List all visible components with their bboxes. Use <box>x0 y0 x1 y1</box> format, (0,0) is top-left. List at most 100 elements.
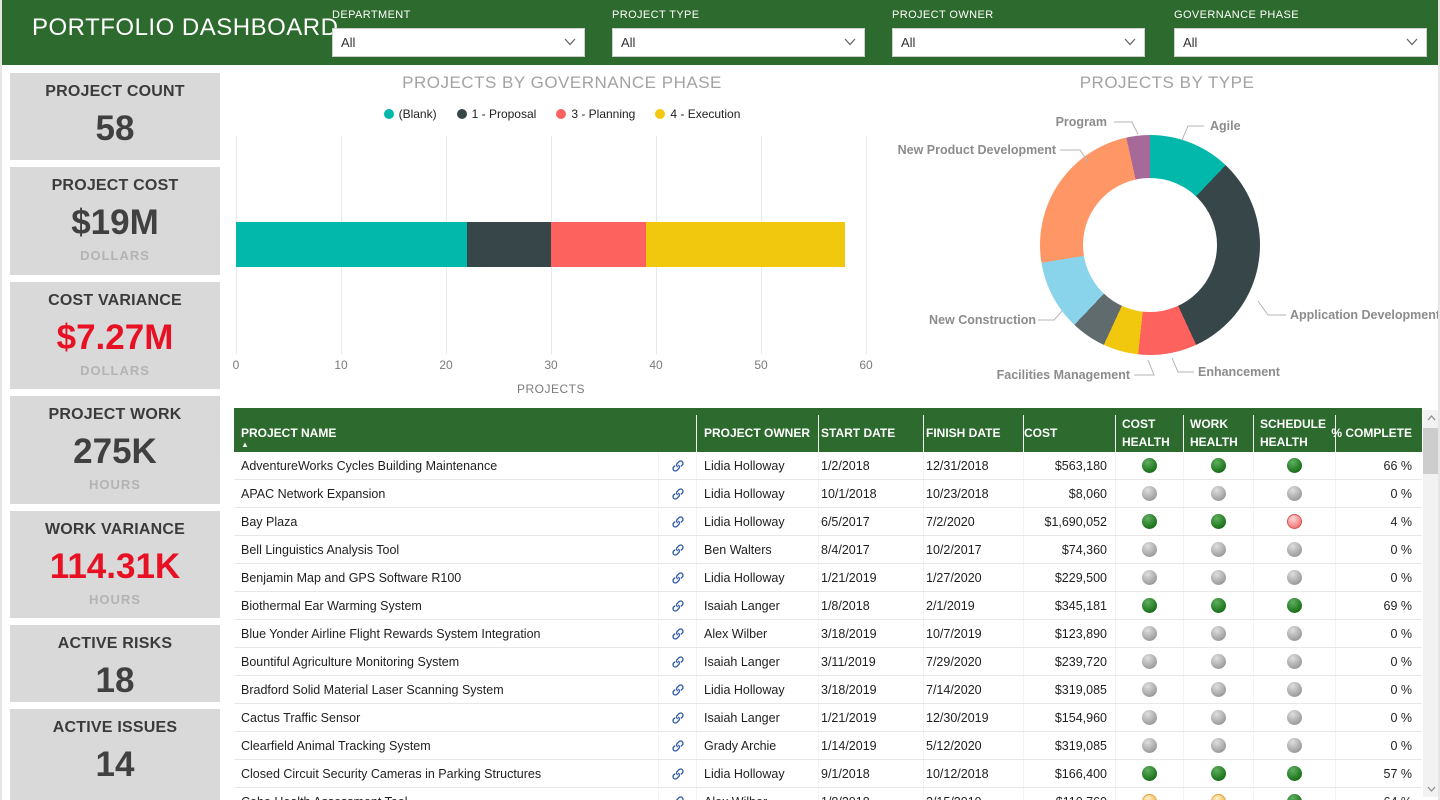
scrollbar-thumb[interactable] <box>1423 428 1439 474</box>
cell-project-name: Bountiful Agriculture Monitoring System <box>234 648 659 675</box>
schedule-health-indicator <box>1254 788 1336 800</box>
project-link[interactable] <box>659 704 697 731</box>
project-link[interactable] <box>659 620 697 647</box>
chevron-down-icon <box>844 38 856 46</box>
donut-label-program: Program <box>1056 115 1107 129</box>
column-header-finish-date[interactable]: FINISH DATE <box>924 415 1024 452</box>
cell-cost: $166,400 <box>1024 760 1116 787</box>
column-header-project-name[interactable]: PROJECT NAME <box>234 415 697 452</box>
filter-project-owner: PROJECT OWNER All <box>892 9 1145 57</box>
health-grey-icon <box>1142 626 1157 641</box>
legend-item[interactable]: 3 - Planning <box>556 107 635 121</box>
link-icon <box>671 627 685 641</box>
x-axis-title: PROJECTS <box>236 382 866 396</box>
legend-item[interactable]: 1 - Proposal <box>457 107 537 121</box>
x-tick-label: 40 <box>649 358 662 372</box>
link-icon <box>671 683 685 697</box>
chart-title: PROJECTS BY GOVERNANCE PHASE <box>232 73 892 93</box>
table-row[interactable]: APAC Network ExpansionLidia Holloway10/1… <box>234 480 1422 508</box>
bar-segment-1-proposal[interactable] <box>467 222 551 267</box>
table-row[interactable]: Bell Linguistics Analysis ToolBen Walter… <box>234 536 1422 564</box>
column-header-project-owner[interactable]: PROJECT OWNER <box>697 415 819 452</box>
table-row[interactable]: Clearfield Animal Tracking SystemGrady A… <box>234 732 1422 760</box>
scroll-down-button[interactable] <box>1423 781 1439 797</box>
legend-label: 3 - Planning <box>571 107 635 121</box>
table-row[interactable]: Closed Circuit Security Cameras in Parki… <box>234 760 1422 788</box>
project-link[interactable] <box>659 592 697 619</box>
column-header-cost-health[interactable]: COST HEALTH <box>1116 415 1184 452</box>
kpi-card-active-risks: ACTIVE RISKS18 <box>10 625 220 702</box>
project-link[interactable] <box>659 648 697 675</box>
project-link[interactable] <box>659 676 697 703</box>
cell-project-owner: Alex Wilber <box>697 788 819 800</box>
project-link[interactable] <box>659 788 697 800</box>
column-header-start-date[interactable]: START DATE <box>819 415 924 452</box>
schedule-health-indicator <box>1254 676 1336 703</box>
cell-percent-complete: 0 % <box>1336 536 1422 563</box>
column-header-cost[interactable]: COST <box>1024 415 1116 452</box>
link-icon <box>671 711 685 725</box>
bar-segment-3-planning[interactable] <box>551 222 646 267</box>
health-grey-icon <box>1211 542 1226 557</box>
legend-dot <box>457 109 467 119</box>
table-row[interactable]: Biothermal Ear Warming SystemIsaiah Lang… <box>234 592 1422 620</box>
project-type-dropdown[interactable]: All <box>612 28 865 57</box>
table-row[interactable]: Benjamin Map and GPS Software R100Lidia … <box>234 564 1422 592</box>
x-tick-label: 10 <box>334 358 347 372</box>
cell-finish-date: 7/14/2020 <box>924 676 1024 703</box>
project-link[interactable] <box>659 480 697 507</box>
project-link[interactable] <box>659 536 697 563</box>
kpi-title: WORK VARIANCE <box>10 521 220 539</box>
work-health-indicator <box>1184 760 1254 787</box>
bar-segment--blank-[interactable] <box>236 222 467 267</box>
project-owner-dropdown[interactable]: All <box>892 28 1145 57</box>
filter-label: PROJECT TYPE <box>612 9 865 21</box>
filter-department: DEPARTMENT All <box>332 9 585 57</box>
health-grey-icon <box>1211 486 1226 501</box>
table-row[interactable]: Bountiful Agriculture Monitoring SystemI… <box>234 648 1422 676</box>
table-row[interactable]: Bradford Solid Material Laser Scanning S… <box>234 676 1422 704</box>
table-row[interactable]: Cactus Traffic SensorIsaiah Langer1/21/2… <box>234 704 1422 732</box>
cost-health-indicator <box>1116 480 1184 507</box>
x-tick-label: 0 <box>233 358 240 372</box>
department-dropdown[interactable]: All <box>332 28 585 57</box>
kpi-unit: HOURS <box>10 477 220 492</box>
chevron-down-icon <box>564 38 576 46</box>
cost-health-indicator <box>1116 452 1184 479</box>
table-row[interactable]: Blue Yonder Airline Flight Rewards Syste… <box>234 620 1422 648</box>
table-row[interactable]: AdventureWorks Cycles Building Maintenan… <box>234 452 1422 480</box>
cell-project-name: Coho Health Assessment Tool <box>234 788 659 800</box>
bar-segment-4-execution[interactable] <box>646 222 846 267</box>
kpi-title: PROJECT WORK <box>10 406 220 424</box>
cell-cost: $74,360 <box>1024 536 1116 563</box>
table-scrollbar[interactable] <box>1423 410 1439 797</box>
cell-start-date: 10/1/2018 <box>819 480 924 507</box>
health-grey-icon <box>1211 626 1226 641</box>
legend-dot <box>384 109 394 119</box>
scroll-up-button[interactable] <box>1423 410 1439 426</box>
cell-project-name: Bell Linguistics Analysis Tool <box>234 536 659 563</box>
donut-label-new-construction: New Construction <box>929 313 1036 327</box>
health-green-icon <box>1287 598 1302 613</box>
table-row[interactable]: Bay PlazaLidia Holloway6/5/20177/2/2020$… <box>234 508 1422 536</box>
project-link[interactable] <box>659 508 697 535</box>
work-health-indicator <box>1184 564 1254 591</box>
column-header-percent-complete[interactable]: % COMPLETE <box>1336 415 1422 452</box>
cost-health-indicator <box>1116 620 1184 647</box>
table-row[interactable]: Coho Health Assessment ToolAlex Wilber1/… <box>234 788 1422 800</box>
column-header-schedule-health[interactable]: SCHEDULE HEALTH <box>1254 415 1336 452</box>
project-link[interactable] <box>659 732 697 759</box>
cell-cost: $563,180 <box>1024 452 1116 479</box>
project-link[interactable] <box>659 760 697 787</box>
legend-item[interactable]: (Blank) <box>384 107 437 121</box>
project-link[interactable] <box>659 564 697 591</box>
health-green-icon <box>1142 514 1157 529</box>
cell-percent-complete: 66 % <box>1336 452 1422 479</box>
cell-start-date: 1/21/2019 <box>819 704 924 731</box>
column-header-work-health[interactable]: WORK HEALTH <box>1184 415 1254 452</box>
project-link[interactable] <box>659 452 697 479</box>
cost-health-indicator <box>1116 648 1184 675</box>
governance-phase-dropdown[interactable]: All <box>1174 28 1427 57</box>
cell-project-name: Cactus Traffic Sensor <box>234 704 659 731</box>
legend-item[interactable]: 4 - Execution <box>655 107 740 121</box>
